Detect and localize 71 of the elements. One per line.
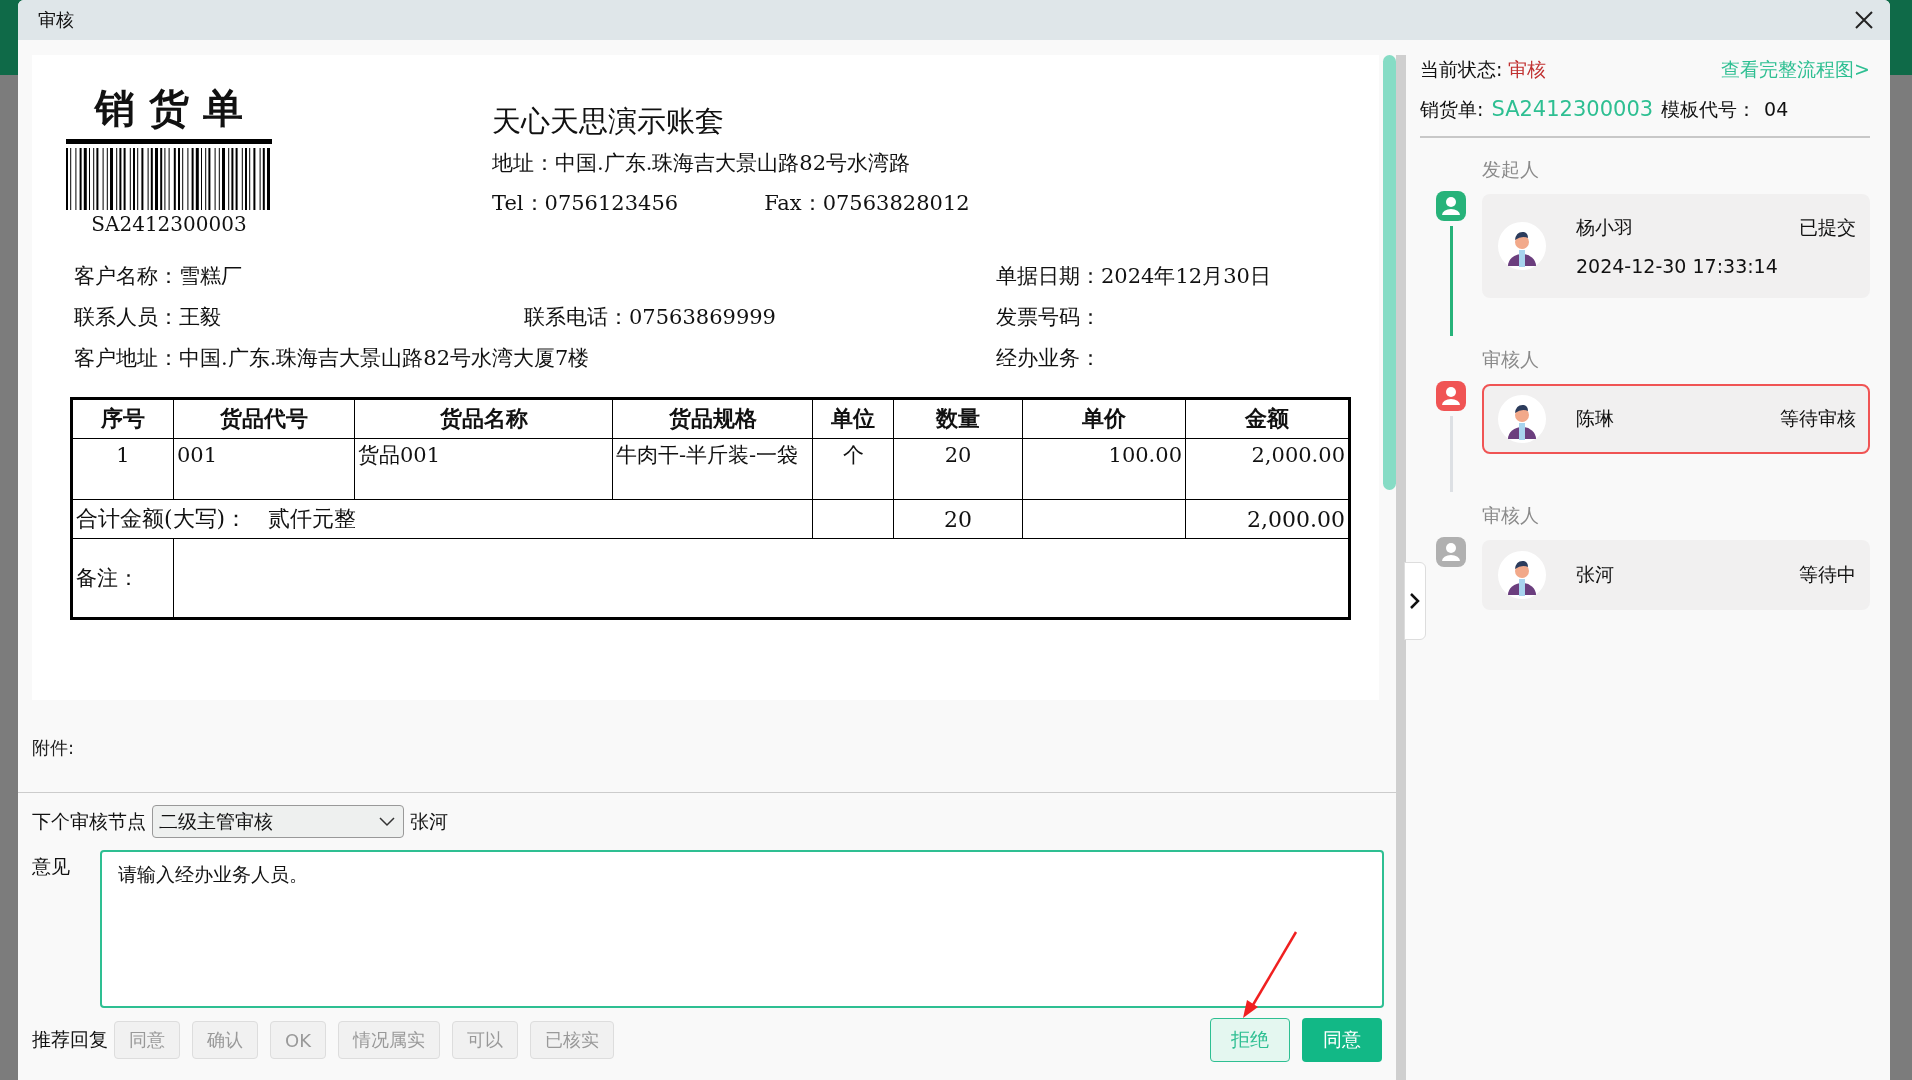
- barcode-icon: [66, 148, 272, 210]
- table-cell: 个: [812, 438, 894, 500]
- suggested-reply-chip[interactable]: 情况属实: [338, 1021, 440, 1059]
- status-value: 审核: [1508, 58, 1547, 80]
- barcode-number: SA2412300003: [91, 212, 247, 236]
- info-field: 客户地址：中国.广东.珠海吉大景山路82号水湾大厦7楼: [74, 338, 996, 379]
- column-header: 单位: [812, 398, 894, 439]
- table-cell: 货品001: [354, 438, 613, 500]
- approver-name: 陈琳: [1576, 405, 1614, 431]
- total-words-cell: 合计金额(大写)： 贰仟元整: [71, 499, 813, 539]
- column-header: 货品代号: [173, 398, 355, 439]
- info-field: 单据日期：2024年12月30日: [996, 256, 1271, 297]
- approver-name: 张河: [1576, 561, 1614, 587]
- approve-button[interactable]: 同意: [1302, 1018, 1382, 1062]
- avatar-icon: [1498, 550, 1546, 599]
- window-title: 审核: [38, 8, 74, 32]
- info-field: 发票号码：: [996, 297, 1101, 338]
- doc-number: SA2412300003: [1491, 96, 1654, 123]
- template-code: 04: [1764, 97, 1789, 122]
- avatar-icon: [1498, 221, 1546, 270]
- attachments-label: 附件:: [31, 736, 76, 760]
- status-label: 当前状态:: [1420, 58, 1503, 80]
- chevron-right-icon: [1409, 592, 1421, 610]
- next-node-dropdown[interactable]: 二级主管审核: [152, 805, 404, 838]
- avatar-icon: [1498, 394, 1546, 443]
- suggested-reply-chip[interactable]: 确认: [192, 1021, 258, 1059]
- suggested-reply-chip[interactable]: 可以: [452, 1021, 518, 1059]
- approval-time: 2024-12-30 17:33:14: [1576, 254, 1779, 277]
- info-field: 经办业务：: [996, 338, 1101, 379]
- column-header: 单价: [1022, 398, 1186, 439]
- suggested-replies-label: 推荐回复: [32, 1027, 108, 1052]
- company-name: 天心天思演示账套: [492, 103, 725, 140]
- suggested-reply-chip[interactable]: 已核实: [530, 1021, 614, 1059]
- approval-status: 等待中: [1799, 561, 1856, 587]
- suggested-reply-chip[interactable]: OK: [270, 1021, 326, 1059]
- info-field: 联系人员：王毅: [74, 297, 524, 338]
- table-cell: 1: [71, 438, 174, 500]
- approval-status: 已提交: [1799, 214, 1856, 240]
- approver-name: 杨小羽: [1576, 214, 1633, 240]
- step-role: 发起人: [1482, 156, 1540, 182]
- chevron-down-icon: [379, 816, 395, 827]
- table-cell: 001: [173, 438, 355, 500]
- info-field: 联系电话：07563869999: [524, 305, 776, 329]
- column-header: 货品规格: [612, 398, 813, 439]
- reject-button[interactable]: 拒绝: [1210, 1018, 1290, 1062]
- company-fax: Fax：07563828012: [764, 190, 970, 217]
- opinion-field[interactable]: 请输入经办业务人员。: [100, 850, 1384, 1008]
- column-header: 数量: [893, 398, 1023, 439]
- total-quantity-cell: 20: [893, 499, 1023, 539]
- table-cell: 牛肉干-半斤装-一袋: [612, 438, 813, 500]
- close-icon: [1854, 10, 1874, 30]
- view-flowchart-link[interactable]: 查看完整流程图>: [1721, 54, 1870, 84]
- opinion-label: 意见: [32, 854, 71, 879]
- next-reviewer-name: 张河: [410, 808, 448, 834]
- company-address: 地址：中国.广东.珠海吉大景山路82号水湾路: [492, 150, 912, 177]
- step-role: 审核人: [1482, 502, 1540, 528]
- table-cell: 20: [893, 438, 1023, 500]
- next-node-label: 下个审核节点: [32, 808, 146, 834]
- suggested-reply-chip[interactable]: 同意: [114, 1021, 180, 1059]
- doc-type-label: 销货单:: [1420, 97, 1484, 122]
- company-tel: Tel：0756123456: [492, 190, 679, 217]
- info-field: 客户名称：雪糕厂: [74, 256, 524, 297]
- column-header: 序号: [71, 398, 174, 439]
- approval-status: 等待审核: [1780, 405, 1856, 431]
- document-title: 销 货 单: [95, 83, 243, 133]
- column-header: 货品名称: [354, 398, 613, 439]
- step-role: 审核人: [1482, 346, 1540, 372]
- scrollbar-thumb[interactable]: [1383, 55, 1396, 490]
- table-cell: 100.00: [1022, 438, 1186, 500]
- collapse-tab[interactable]: [1404, 562, 1426, 640]
- template-label: 模板代号：: [1661, 97, 1757, 122]
